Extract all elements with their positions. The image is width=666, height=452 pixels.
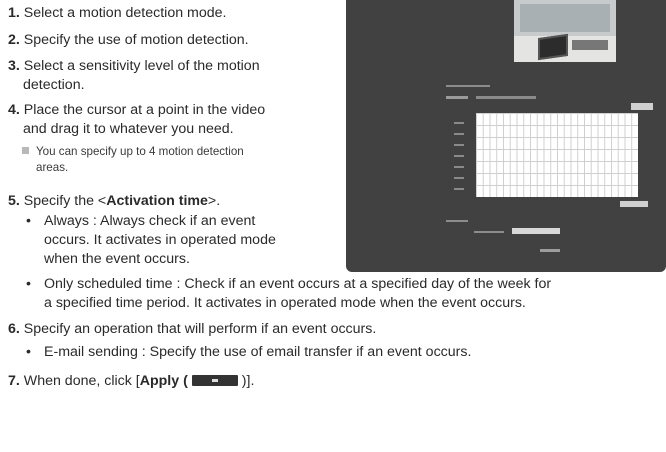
step-6: 6. Specify an operation that will perfor…: [8, 320, 376, 339]
bullet-text-cont: occurs. It activates in operated mode: [44, 232, 276, 248]
video-desk: [572, 40, 608, 50]
bullet-dot-icon: •: [26, 213, 31, 229]
step-number: 4.: [8, 102, 20, 118]
step-number: 7.: [8, 373, 20, 389]
apply-button-icon[interactable]: [191, 374, 238, 386]
video-wall: [520, 4, 610, 32]
step-number: 6.: [8, 321, 20, 337]
bullet-scheduled: • Only scheduled time : Check if an event…: [26, 275, 551, 313]
note: You can specify up to 4 motion detection…: [22, 144, 244, 176]
day-label: [454, 144, 464, 146]
screenshot-panel: [346, 0, 666, 272]
radio-only-scheduled[interactable]: [476, 96, 536, 99]
step-text-cont: and drag it to whatever you need.: [23, 121, 234, 137]
apply-label: Apply (: [139, 373, 188, 389]
step-text: Specify an operation that will perform i…: [23, 321, 377, 337]
step-number: 1.: [8, 5, 20, 21]
bullet-email: • E-mail sending : Specify the use of ema…: [26, 343, 471, 362]
day-label: [454, 166, 464, 168]
bullet-text-cont: when the event occurs.: [44, 251, 190, 267]
step-text-cont: detection.: [23, 77, 85, 93]
note-text-cont: areas.: [36, 161, 69, 174]
activation-time-label: Activation time: [106, 193, 208, 209]
activation-time-heading: [446, 85, 490, 87]
action-heading: [446, 220, 468, 222]
schedule-clear-button[interactable]: [620, 201, 648, 207]
step-2: 2. Specify the use of motion detection.: [8, 31, 249, 50]
bullet-text-cont: a specified time period. It activates in…: [44, 295, 526, 311]
note-square-icon: [22, 147, 29, 155]
step-number: 2.: [8, 32, 20, 48]
step-number: 3.: [8, 58, 20, 74]
bullet-dot-icon: •: [26, 344, 31, 360]
bullet-text: Only scheduled time : Check if an event …: [44, 276, 552, 292]
manual-page: 1. Select a motion detection mode. 2. Sp…: [0, 0, 666, 452]
video-preview[interactable]: [514, 0, 616, 62]
step-5: 5. Specify the <Activation time>.: [8, 192, 220, 211]
video-monitor: [538, 33, 568, 61]
step-7: 7. When done, click [Apply ()].: [8, 372, 254, 391]
bullet-dot-icon: •: [26, 276, 31, 292]
step-text-prefix: When done, click [: [23, 373, 140, 389]
step-1: 1. Select a motion detection mode.: [8, 4, 226, 23]
schedule-grid[interactable]: [476, 113, 638, 197]
step-3: 3. Select a sensitivity level of the mot…: [8, 57, 260, 95]
step-text: Select a motion detection mode.: [23, 5, 227, 21]
step-4: 4. Place the cursor at a point in the vi…: [8, 101, 265, 139]
day-label: [454, 155, 464, 157]
step-text: Place the cursor at a point in the video: [23, 102, 266, 118]
bullet-text: Always : Always check if an event: [44, 213, 256, 229]
day-label: [454, 133, 464, 135]
day-label: [454, 177, 464, 179]
bullet-always: • Always : Always check if an event occur…: [26, 212, 276, 269]
email-sending-label: [474, 231, 504, 233]
brand-logo: [540, 249, 560, 252]
bullet-text: E-mail sending : Specify the use of emai…: [44, 344, 472, 360]
step-text: Specify the use of motion detection.: [23, 32, 249, 48]
radio-always[interactable]: [446, 96, 468, 99]
step-text: Select a sensitivity level of the motion: [23, 58, 260, 74]
step-number: 5.: [8, 193, 20, 209]
preview-ok-button[interactable]: [631, 103, 653, 110]
step-text-suffix: )].: [241, 373, 255, 389]
email-sending-field[interactable]: [512, 228, 560, 234]
step-text-prefix: Specify the <: [23, 193, 107, 209]
step-text-suffix: >.: [207, 193, 221, 209]
day-label: [454, 122, 464, 124]
day-label: [454, 188, 464, 190]
note-text: You can specify up to 4 motion detection: [36, 145, 244, 158]
